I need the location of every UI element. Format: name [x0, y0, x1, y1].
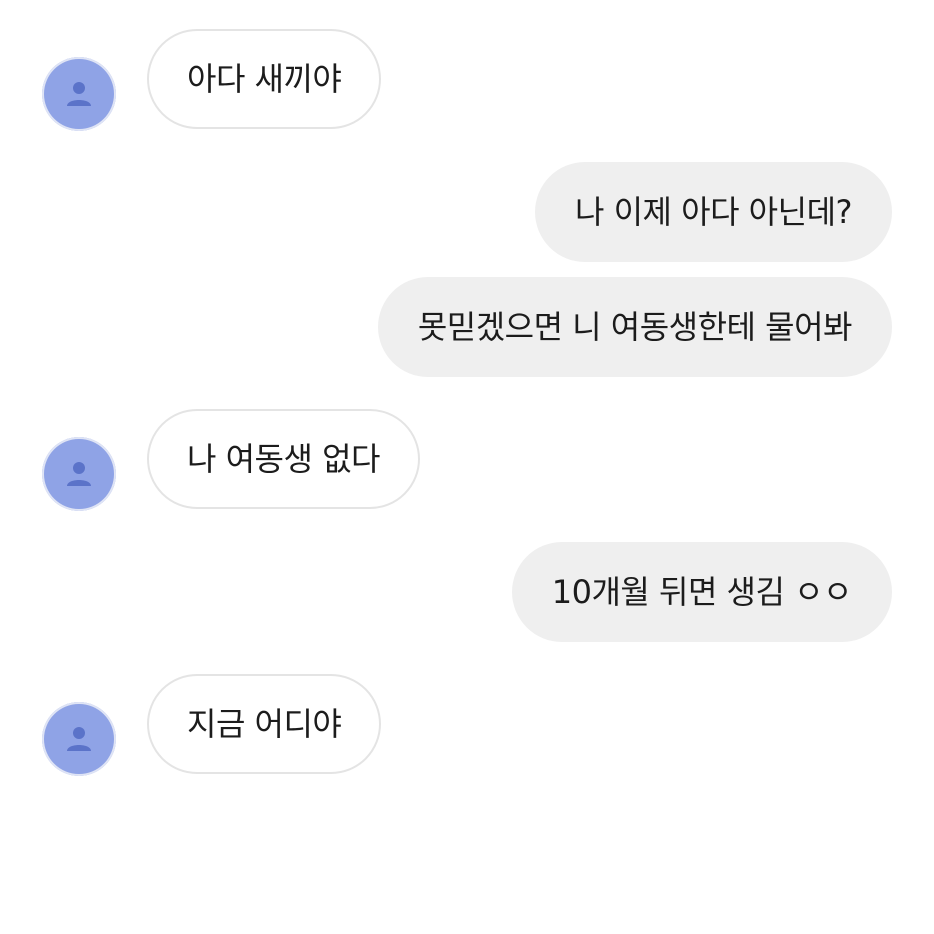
message-text: 아다 새끼야	[187, 60, 342, 98]
message-bubble-incoming[interactable]: 나 여동생 없다	[147, 409, 420, 509]
person-icon	[67, 727, 91, 751]
message-text: 지금 어디야	[187, 705, 342, 743]
person-icon	[67, 82, 91, 106]
message-row-incoming: 아다 새끼야	[0, 29, 934, 131]
message-row-incoming: 지금 어디야	[0, 674, 934, 776]
message-text: 나 이제 아다 아닌데?	[574, 193, 853, 231]
message-bubble-outgoing[interactable]: 못믿겠으면 니 여동생한테 물어봐	[377, 277, 892, 377]
message-text: 10개월 뒤면 생김 ㅇㅇ	[551, 573, 853, 611]
chat-thread: 아다 새끼야 나 이제 아다 아닌데? 못믿겠으면 니 여동생한테 물어봐 나 …	[0, 0, 934, 934]
message-bubble-incoming[interactable]: 지금 어디야	[147, 674, 382, 774]
message-text: 나 여동생 없다	[187, 440, 380, 478]
contact-avatar[interactable]	[42, 437, 116, 511]
person-icon	[67, 462, 91, 486]
message-bubble-outgoing[interactable]: 나 이제 아다 아닌데?	[534, 162, 892, 262]
message-row-incoming: 나 여동생 없다	[0, 409, 934, 511]
message-bubble-incoming[interactable]: 아다 새끼야	[147, 29, 382, 129]
message-row-outgoing: 못믿겠으면 니 여동생한테 물어봐	[0, 277, 934, 379]
contact-avatar[interactable]	[42, 702, 116, 776]
message-bubble-outgoing[interactable]: 10개월 뒤면 생김 ㅇㅇ	[511, 542, 892, 642]
message-row-outgoing: 10개월 뒤면 생김 ㅇㅇ	[0, 542, 934, 644]
message-text: 못믿겠으면 니 여동생한테 물어봐	[417, 308, 853, 346]
contact-avatar[interactable]	[42, 57, 116, 131]
message-row-outgoing: 나 이제 아다 아닌데?	[0, 162, 934, 264]
